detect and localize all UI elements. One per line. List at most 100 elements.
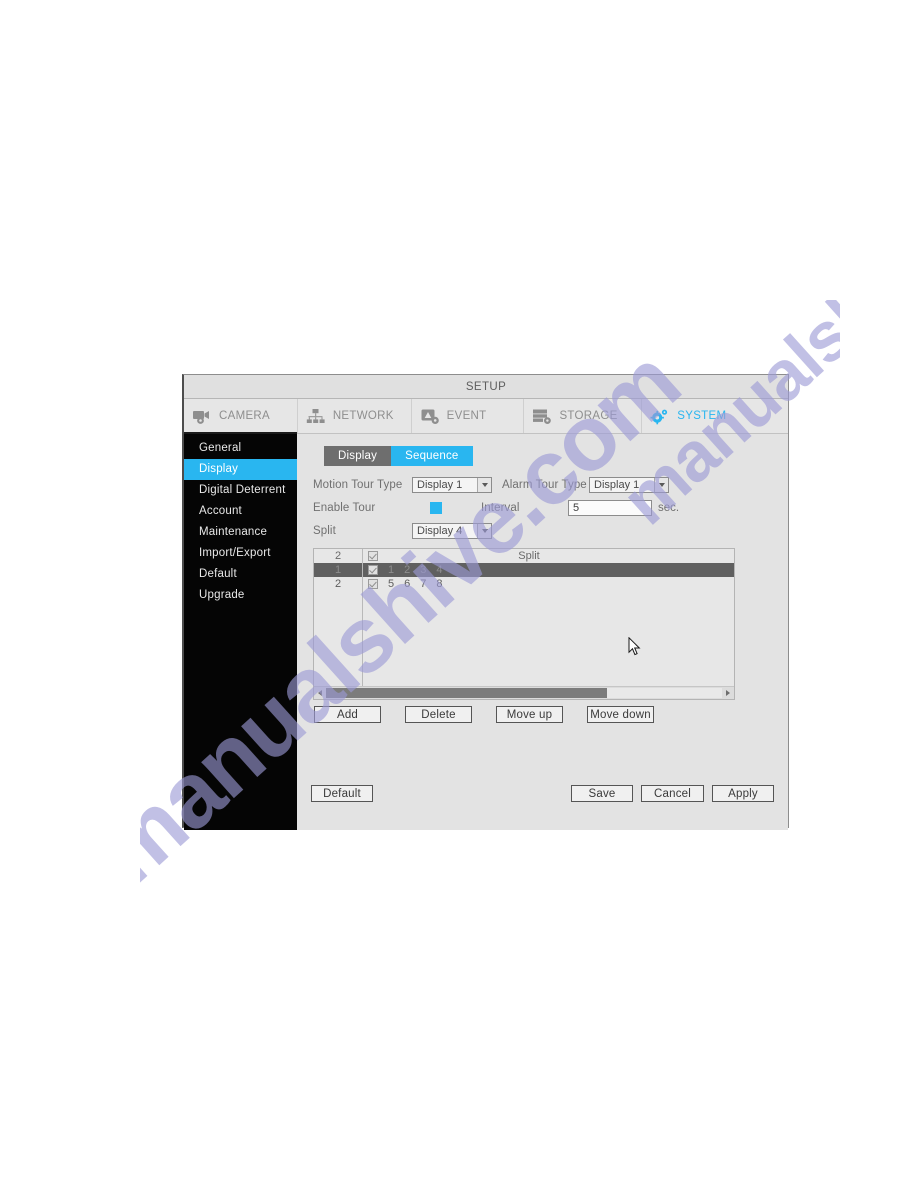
split-label: Split [313,524,336,537]
event-alert-icon [420,408,441,425]
sidebar-item-digital-deterrent[interactable]: Digital Deterrent [184,480,297,501]
topnav-item-camera[interactable]: CAMERA [184,399,298,434]
table-header-checkbox[interactable] [362,551,384,561]
motion-tour-type-value: Display 1 [417,478,463,491]
table-row-checkbox[interactable] [362,565,384,575]
save-button-label: Save [588,787,616,800]
alarm-tour-type-value: Display 1 [594,478,640,491]
storage-gear-icon [532,408,553,425]
cancel-button[interactable]: Cancel [641,785,704,802]
horizontal-scrollbar[interactable] [314,686,734,699]
sidebar-item-display[interactable]: Display [184,459,297,480]
table-row-checkbox[interactable] [362,579,384,589]
sidebar-item-default[interactable]: Default [184,564,297,585]
table-row-index: 2 [334,578,342,590]
sequence-table: 2 Split 1 1 2 3 4 2 5 6 7 8 [313,548,735,700]
move-down-button[interactable]: Move down [587,706,654,723]
sidebar-item-import-export[interactable]: Import/Export [184,543,297,564]
table-row-channels: 1 2 3 4 [384,564,443,576]
interval-input[interactable]: 5 [568,499,652,516]
row-split: Split Display 4 [313,520,776,541]
table-column-divider [362,549,363,699]
tab-sequence-label: Sequence [405,450,459,462]
sidebar-label-digital-deterrent: Digital Deterrent [199,484,286,496]
interval-label: Interval [481,501,520,514]
enable-tour-checkbox[interactable] [430,501,442,514]
table-row-index: 1 [334,564,342,576]
delete-button[interactable]: Delete [405,706,472,723]
topnav-item-storage[interactable]: STORAGE [524,399,643,433]
add-button[interactable]: Add [314,706,381,723]
chevron-down-icon[interactable] [477,523,491,538]
window-title: SETUP [465,380,507,393]
page-root: manualshive.com manualshive.com SETUP CA… [0,0,918,1188]
topnav-item-event[interactable]: EVENT [412,399,525,433]
sidebar-item-general[interactable]: General [184,438,297,459]
topnav-label-event: EVENT [446,410,487,422]
enable-tour-label: Enable Tour [313,501,376,514]
system-gear-icon [650,408,671,425]
channel-value: 2 [404,564,411,576]
topnav-label-system: SYSTEM [677,410,727,422]
sidebar-label-maintenance: Maintenance [199,526,268,538]
move-down-button-label: Move down [590,708,651,721]
cancel-button-label: Cancel [654,787,691,800]
tab-display-label: Display [338,450,378,462]
sidebar-label-import-export: Import/Export [199,547,271,559]
setup-window: SETUP CAMERA NETWORK EVENT STORAGE SYSTE… [182,374,789,830]
topnav-item-system[interactable]: SYSTEM [642,399,788,433]
tab-display[interactable]: Display [324,446,392,466]
form-area: Motion Tour Type Display 1 Alarm Tour Ty… [313,474,776,541]
row-tour-types: Motion Tour Type Display 1 Alarm Tour Ty… [313,474,776,495]
apply-button-label: Apply [728,787,758,800]
top-navigation: CAMERA NETWORK EVENT STORAGE SYSTEM [184,399,788,434]
scrollbar-thumb[interactable] [326,688,608,698]
save-button[interactable]: Save [571,785,633,802]
channel-value: 4 [436,564,443,576]
move-up-button-label: Move up [506,708,553,721]
delete-button-label: Delete [421,708,456,721]
default-button-label: Default [323,787,361,800]
interval-unit-label: sec. [658,501,680,514]
sidebar-item-account[interactable]: Account [184,501,297,522]
sidebar-label-upgrade: Upgrade [199,589,245,601]
topnav-label-network: NETWORK [332,410,394,422]
channel-value: 3 [420,564,427,576]
sidebar-item-upgrade[interactable]: Upgrade [184,585,297,606]
default-button[interactable]: Default [311,785,373,802]
network-tree-icon [306,408,327,425]
sidebar-label-default: Default [199,568,237,580]
table-header-index: 2 [334,550,342,562]
split-select[interactable]: Display 4 [412,522,492,539]
table-header-row: 2 Split [314,549,734,563]
chevron-down-icon[interactable] [654,477,668,492]
table-column-header-split: Split [518,550,540,562]
add-button-label: Add [336,708,359,721]
table-row[interactable]: 2 5 6 7 8 [314,577,734,591]
split-value: Display 4 [417,524,463,537]
motion-tour-type-label: Motion Tour Type [313,478,403,491]
move-up-button[interactable]: Move up [496,706,563,723]
camera-gear-icon [192,408,213,425]
tab-sequence[interactable]: Sequence [391,446,473,466]
sidebar-label-account: Account [199,505,242,517]
alarm-tour-type-select[interactable]: Display 1 [589,476,669,493]
topnav-label-camera: CAMERA [219,410,271,422]
sidebar-item-maintenance[interactable]: Maintenance [184,522,297,543]
sidebar: General Display Digital Deterrent Accoun… [184,434,297,830]
motion-tour-type-select[interactable]: Display 1 [412,476,492,493]
channel-value: 5 [388,578,395,590]
content-panel: Display Sequence Motion Tour Type Displa… [297,434,788,830]
scrollbar-track[interactable] [326,688,722,698]
scroll-right-icon[interactable] [722,687,734,699]
table-row[interactable]: 1 1 2 3 4 [314,563,734,577]
dialog-body: General Display Digital Deterrent Accoun… [184,434,788,830]
scroll-left-icon[interactable] [314,687,326,699]
row-enable-tour: Enable Tour Interval 5 sec. [313,497,776,518]
sidebar-label-display: Display [199,463,239,475]
chevron-down-icon[interactable] [477,477,491,492]
topnav-item-network[interactable]: NETWORK [298,399,412,433]
list-action-buttons: Add Delete Move up Move down [314,706,776,723]
sidebar-label-general: General [199,442,242,454]
apply-button[interactable]: Apply [712,785,774,802]
